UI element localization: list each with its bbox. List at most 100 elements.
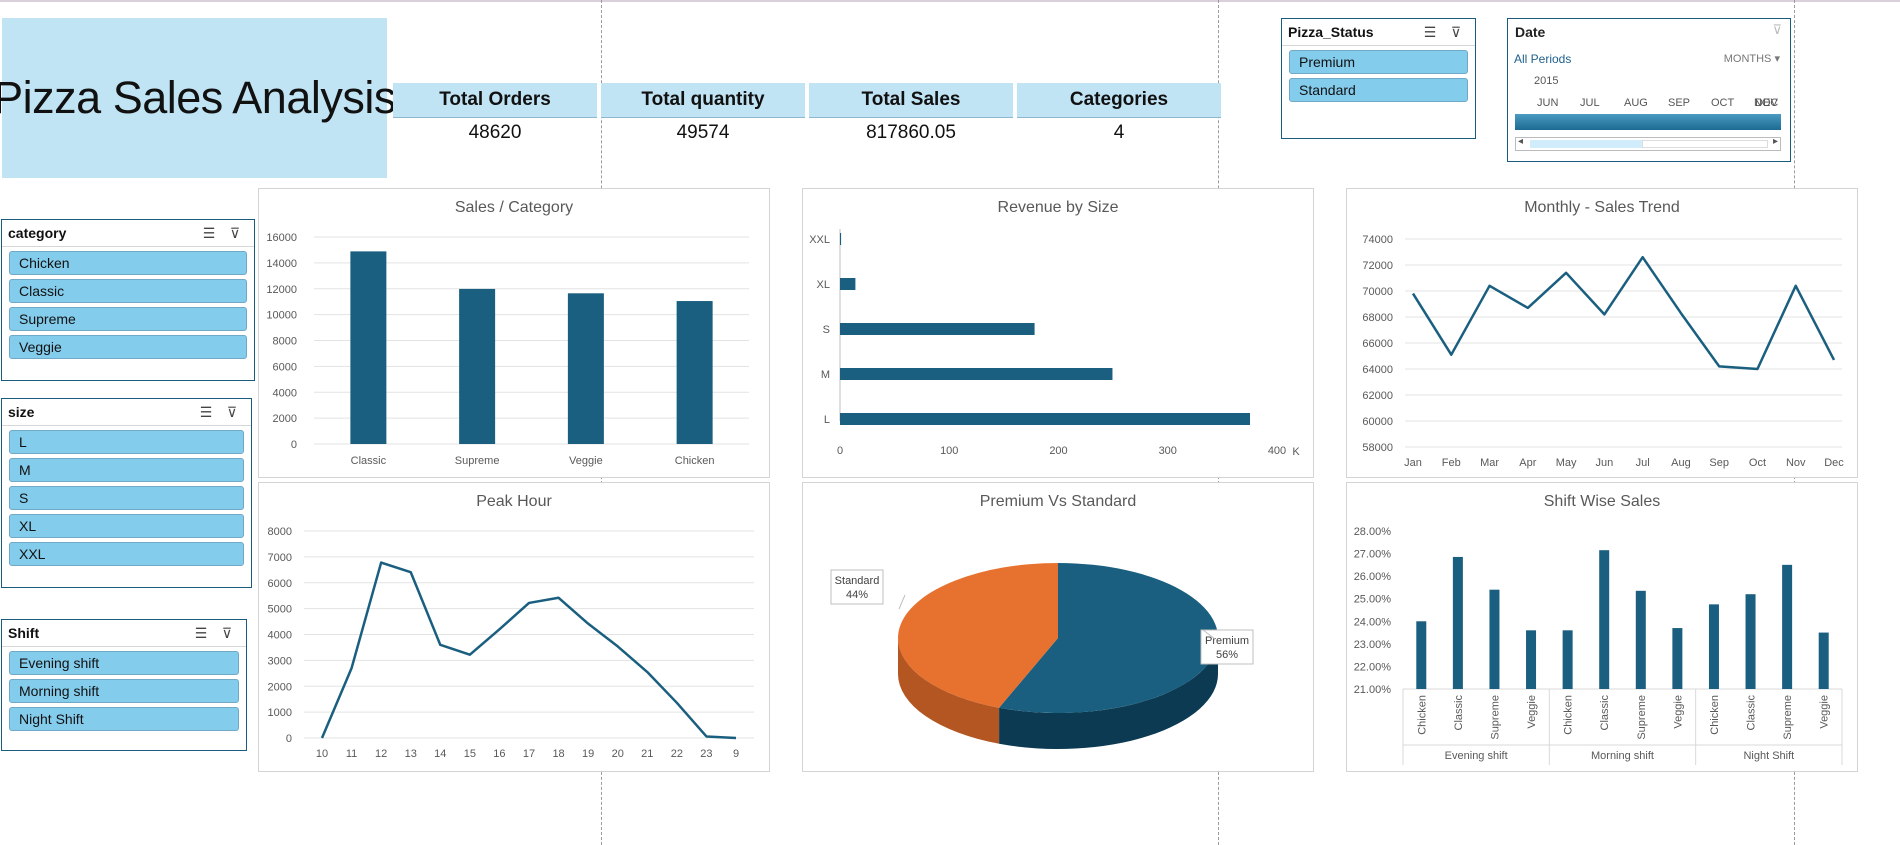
- x-tick-label: Classic: [351, 455, 387, 467]
- data-label-value: 44%: [846, 589, 868, 601]
- bar-chicken: [676, 301, 713, 444]
- x-tick-label: Dec: [1824, 457, 1844, 469]
- timeline-month[interactable]: AUG: [1624, 97, 1648, 109]
- x-tick-label: 23: [700, 748, 712, 760]
- bar-chicken: [1562, 630, 1573, 689]
- x-tick-label: Apr: [1519, 457, 1536, 469]
- x-tick-label: Veggie: [1526, 695, 1538, 729]
- x-tick-label: Chicken: [1709, 695, 1721, 735]
- x-tick-label: Veggie: [1672, 695, 1684, 729]
- slicer-item-premium[interactable]: Premium: [1289, 50, 1468, 74]
- premium-standard-plot: Premium56%Standard44%: [830, 563, 1254, 749]
- scrollbar-thumb[interactable]: [1642, 140, 1768, 148]
- slicer-item-night-shift[interactable]: Night Shift: [9, 707, 239, 731]
- timeline-scrollbar[interactable]: ◂ ▸: [1515, 136, 1781, 151]
- premium-standard-chart[interactable]: Premium Vs Standard Premium 56% Standard 44…: [802, 482, 1314, 772]
- clear-filter-icon[interactable]: ⊽: [1772, 22, 1782, 38]
- x-tick-label: 9: [733, 748, 739, 760]
- multi-select-icon[interactable]: ☰: [1417, 24, 1443, 41]
- timeline-month[interactable]: JUN: [1537, 97, 1558, 109]
- bar-m: [840, 368, 1113, 380]
- timeline-selection-bar[interactable]: [1515, 114, 1781, 130]
- peak-hour-chart[interactable]: Peak Hour 0 1000 2000 3000 4000 5000 6000 7000 8…: [258, 482, 770, 772]
- y-tick-label: 16000: [266, 232, 297, 244]
- y-tick-label: 6000: [273, 361, 297, 373]
- kpi-value: 817860.05: [866, 122, 956, 143]
- slicer-header: Pizza_Status ☰ ⊽: [1282, 19, 1475, 46]
- slicer-item-veggie[interactable]: Veggie: [9, 335, 247, 359]
- y-tick-label: XL: [817, 279, 830, 291]
- x-tick-label: Chicken: [1563, 695, 1575, 735]
- y-tick-label: 8000: [268, 526, 292, 538]
- y-tick-label: 0: [291, 439, 297, 451]
- shift-sales-chart[interactable]: Shift Wise Sales 21.00% 22.00% 23.00% 24.00…: [1346, 482, 1858, 772]
- monthly-trend-plot: 58000 60000 62000 64000 66000 68000 70000 72000…: [1362, 234, 1844, 469]
- clear-filter-icon[interactable]: ⊽: [219, 404, 245, 421]
- bar-supreme: [1489, 589, 1500, 689]
- slicer-item-l[interactable]: L: [9, 430, 244, 454]
- kpi-total-quantity: Total quantity 49574: [601, 83, 805, 148]
- x-tick-label: Jun: [1595, 457, 1613, 469]
- data-label-value: 56%: [1216, 649, 1238, 661]
- clear-filter-icon[interactable]: ⊽: [1443, 24, 1469, 41]
- y-tick-label: 24.00%: [1354, 616, 1392, 628]
- x-tick-label: 22: [671, 748, 683, 760]
- slicer-item-classic[interactable]: Classic: [9, 279, 247, 303]
- slicer-title: Pizza_Status: [1288, 24, 1374, 40]
- clear-filter-icon[interactable]: ⊽: [222, 225, 248, 242]
- x-tick-label: 13: [405, 748, 417, 760]
- pizza-status-slicer: Pizza_Status ☰ ⊽ Premium Standard: [1281, 18, 1476, 139]
- timeline-month[interactable]: SEP: [1668, 97, 1690, 109]
- slicer-item-supreme[interactable]: Supreme: [9, 307, 247, 331]
- y-tick-label: 70000: [1362, 286, 1393, 298]
- y-tick-label: 25.00%: [1354, 594, 1392, 606]
- x-tick-label: May: [1556, 457, 1577, 469]
- x-tick-label: 16: [493, 748, 505, 760]
- scroll-left-icon[interactable]: ◂: [1518, 136, 1523, 147]
- slicer-item-xxl[interactable]: XXL: [9, 542, 244, 566]
- multi-select-icon[interactable]: ☰: [196, 225, 222, 242]
- x-tick-label: Supreme: [1782, 695, 1794, 740]
- sales-category-chart[interactable]: Sales / Category 0 2000 4000 6000 8000 10000 1…: [258, 188, 770, 478]
- slicer-item-m[interactable]: M: [9, 458, 244, 482]
- y-tick-label: 26.00%: [1354, 571, 1392, 583]
- bar-xl: [840, 278, 856, 290]
- time-level-dropdown[interactable]: MONTHS ▾: [1724, 52, 1780, 65]
- timeline-month[interactable]: JUL: [1580, 97, 1600, 109]
- timeline-month[interactable]: OCT: [1711, 97, 1734, 109]
- scroll-right-icon[interactable]: ▸: [1773, 136, 1778, 147]
- x-tick-label: 200: [1049, 445, 1067, 457]
- y-tick-label: 8000: [273, 336, 297, 348]
- y-tick-label: 21.00%: [1354, 684, 1392, 696]
- kpi-label: Total Orders: [393, 83, 597, 118]
- x-tick-label: 400: [1268, 445, 1286, 457]
- bar-supreme: [1782, 564, 1793, 689]
- date-timeline-slicer: Date ⊽ All Periods MONTHS ▾ 2015 JUN JUL…: [1507, 18, 1791, 162]
- slicer-item-chicken[interactable]: Chicken: [9, 251, 247, 275]
- kpi-categories: Categories 4: [1017, 83, 1221, 148]
- kpi-total-orders: Total Orders 48620: [393, 83, 597, 148]
- y-tick-label: 64000: [1362, 364, 1393, 376]
- time-level-label: MONTHS: [1723, 53, 1772, 65]
- y-tick-label: 3000: [268, 655, 292, 667]
- x-tick-label: Supreme: [455, 455, 500, 467]
- y-tick-label: XXL: [809, 234, 830, 246]
- x-tick-label: 15: [464, 748, 476, 760]
- y-tick-label: 2000: [268, 681, 292, 693]
- bar-s: [840, 323, 1035, 335]
- multi-select-icon[interactable]: ☰: [193, 404, 219, 421]
- timeline-month[interactable]: DEC: [1755, 97, 1778, 109]
- bar-xxl: [840, 233, 842, 245]
- slicer-item-s[interactable]: S: [9, 486, 244, 510]
- slicer-item-standard[interactable]: Standard: [1289, 78, 1468, 102]
- slicer-item-xl[interactable]: XL: [9, 514, 244, 538]
- clear-filter-icon[interactable]: ⊽: [214, 625, 240, 642]
- slicer-item-evening-shift[interactable]: Evening shift: [9, 651, 239, 675]
- x-tick-label: Sep: [1709, 457, 1729, 469]
- multi-select-icon[interactable]: ☰: [188, 625, 214, 642]
- revenue-size-chart[interactable]: Revenue by Size L M S XL XXL 0 100 200 300 400 K: [802, 188, 1314, 478]
- x-tick-label: Mar: [1480, 457, 1499, 469]
- slicer-item-morning-shift[interactable]: Morning shift: [9, 679, 239, 703]
- monthly-trend-chart[interactable]: Monthly - Sales Trend 58000 60000 62000 640…: [1346, 188, 1858, 478]
- x-tick-label: Oct: [1749, 457, 1766, 469]
